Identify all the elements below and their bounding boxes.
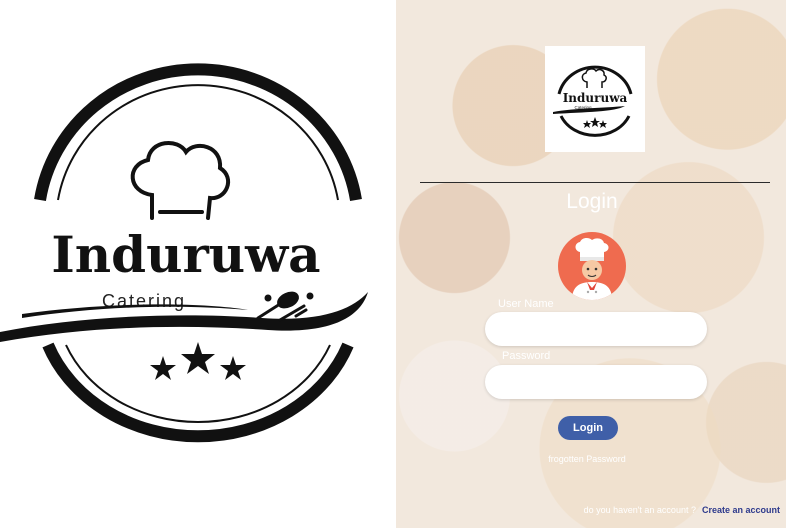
logo-ring-top: [34, 63, 362, 201]
create-account-link[interactable]: Create an account: [702, 505, 780, 515]
chef-avatar-icon: [572, 237, 612, 300]
brand-name-text: Induruwa: [51, 225, 320, 284]
header-divider: [420, 182, 770, 183]
no-account-text: do you haven't an account ?: [583, 505, 696, 515]
rating-stars-icon: [150, 342, 246, 380]
catering-logo: Induruwa Catering: [0, 63, 368, 443]
small-logo-icon: Induruwa Catering: [553, 65, 633, 137]
logo-panel: Induruwa Catering: [0, 0, 396, 528]
chef-avatar: [558, 232, 626, 300]
login-form: Induruwa Catering Login User Name Passwo…: [396, 0, 786, 528]
star-icon: [150, 356, 176, 380]
password-input[interactable]: [485, 365, 707, 399]
login-title: Login: [566, 190, 618, 213]
login-panel: Induruwa Catering Login User Name Passwo…: [396, 0, 786, 528]
star-icon: [220, 356, 246, 380]
star-icon: [181, 342, 215, 374]
password-label: Password: [502, 350, 551, 362]
small-logo: Induruwa Catering: [545, 46, 645, 152]
chef-hat-icon: [130, 140, 231, 220]
login-button[interactable]: Login: [558, 416, 618, 440]
forgot-password-link[interactable]: frogotten Password: [536, 454, 638, 464]
create-account-row: do you haven't an account ? Create an acc…: [584, 505, 780, 515]
username-input[interactable]: [485, 312, 707, 346]
username-label: User Name: [498, 298, 554, 310]
small-logo-brand: Induruwa: [563, 91, 628, 105]
utensils-icon: [256, 291, 314, 322]
